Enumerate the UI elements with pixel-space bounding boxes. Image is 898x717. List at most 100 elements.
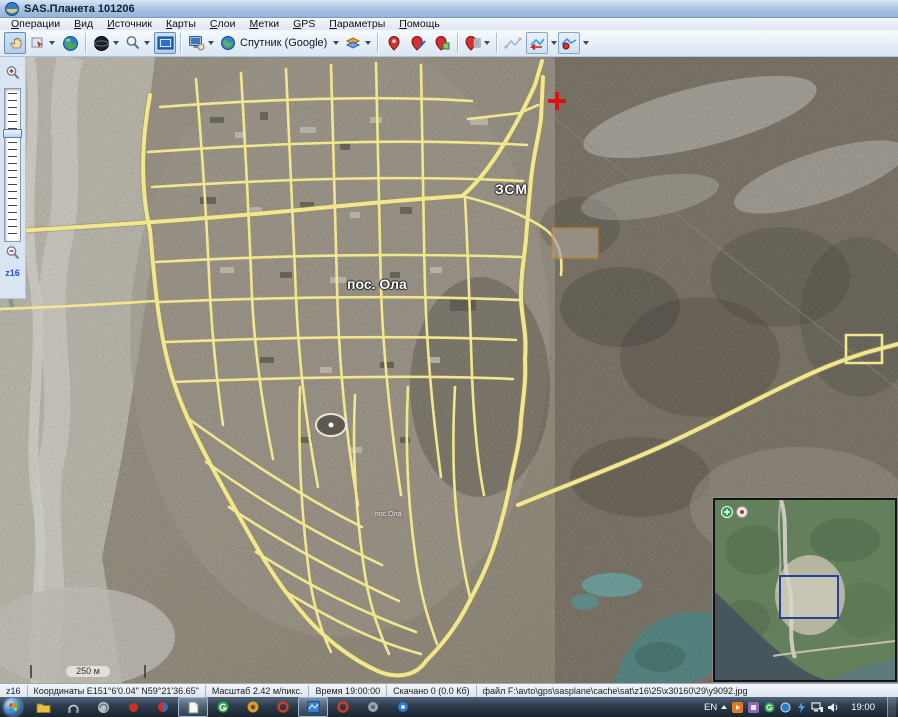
chevron-down-icon [484, 41, 490, 45]
document-icon [188, 701, 199, 714]
system-tray: EN 19:00 [704, 697, 898, 717]
taskbar-app-amber[interactable] [238, 697, 268, 717]
title-bar[interactable]: SAS.Планета 101206 [0, 0, 898, 18]
globe-view-button[interactable] [59, 32, 81, 54]
menu-help[interactable]: Помощь [392, 18, 447, 30]
start-button[interactable] [4, 698, 22, 716]
toolbar-separator [496, 33, 498, 53]
map-window-icon [307, 701, 320, 713]
map-source-combo[interactable]: Спутник (Google) [218, 32, 341, 54]
taskbar-app-opera2[interactable] [328, 697, 358, 717]
prev-position-button[interactable] [526, 32, 548, 54]
red-blue-app-icon [157, 701, 169, 713]
taskbar-app-gray[interactable] [358, 697, 388, 717]
chevron-down-icon [144, 41, 150, 45]
tray-play-icon[interactable] [731, 701, 743, 713]
tray-blue-circle-icon[interactable] [779, 701, 791, 713]
minimap[interactable] [712, 497, 898, 683]
taskbar-app-green[interactable] [208, 697, 238, 717]
map-canvas[interactable]: ЗСМ пос. Ола пос.Ола 250 м [0, 57, 898, 683]
zoom-level-label: z16 [5, 268, 20, 278]
menu-maps[interactable]: Карты [159, 18, 203, 30]
taskbar-app-redblue[interactable] [148, 697, 178, 717]
minimap-viewport-rect[interactable] [780, 576, 838, 618]
language-indicator[interactable]: EN [704, 702, 717, 713]
opera-icon [337, 701, 349, 713]
taskbar-clock[interactable]: 19:00 [843, 702, 883, 713]
placemark-polygon-icon [435, 35, 450, 51]
map-mode-button[interactable] [91, 32, 121, 54]
layers-icon [345, 36, 362, 51]
zoom-in-icon [5, 65, 21, 81]
layers-button[interactable] [343, 32, 373, 54]
taskbar-app-opera[interactable] [268, 697, 298, 717]
network-icon[interactable] [811, 701, 823, 713]
main-toolbar: Спутник (Google) [0, 30, 898, 57]
status-scale: Масштаб 2.42 м/пикс. [205, 685, 309, 697]
amber-circle-icon [247, 701, 259, 713]
taskbar-app-swirl[interactable] [88, 697, 118, 717]
chevron-down-icon[interactable] [551, 41, 557, 45]
show-desktop-button[interactable] [887, 697, 896, 717]
show-hidden-icons-button[interactable] [721, 705, 727, 709]
menu-layers[interactable]: Слои [203, 18, 243, 30]
map-source-label: Спутник (Google) [240, 37, 327, 49]
download-manager-button[interactable] [186, 32, 216, 54]
add-placemark-button[interactable] [383, 32, 405, 54]
chevron-down-icon [113, 41, 119, 45]
zoom-tool-button[interactable] [123, 32, 152, 54]
nav-route-button[interactable] [502, 32, 524, 54]
status-zoom: z16 [4, 685, 27, 697]
next-position-button[interactable] [558, 32, 580, 54]
chevron-down-icon [365, 41, 371, 45]
blue-app-icon [397, 701, 409, 713]
menu-settings[interactable]: Параметры [322, 18, 392, 30]
map-label-zsm: ЗСМ [495, 181, 528, 197]
status-time: Время 19:00:00 [308, 685, 386, 697]
add-path-button[interactable] [407, 32, 429, 54]
zoom-out-icon [5, 245, 21, 261]
tray-purple-icon[interactable] [747, 701, 759, 713]
app-logo-icon [5, 2, 19, 16]
tray-bolt-icon[interactable] [795, 701, 807, 713]
chevron-down-icon[interactable] [583, 41, 589, 45]
taskbar-app-media[interactable] [58, 697, 88, 717]
zoom-out-button[interactable] [3, 244, 23, 262]
route-icon [504, 36, 522, 50]
add-polygon-button[interactable] [431, 32, 453, 54]
zoom-slider[interactable] [4, 88, 21, 242]
minimap-layers-button[interactable] [737, 507, 748, 518]
menu-bar: Операции Вид Источник Карты Слои Метки G… [0, 18, 898, 30]
taskbar-app-sasplanet[interactable] [298, 697, 328, 717]
tray-green-icon[interactable] [763, 701, 775, 713]
menu-gps[interactable]: GPS [286, 18, 322, 30]
status-coordinates: Координаты E151°6'0.04" N59°21'36.65" [27, 685, 205, 697]
menu-operations[interactable]: Операции [4, 18, 67, 30]
chevron-down-icon [49, 41, 55, 45]
taskbar-app-explorer[interactable] [28, 697, 58, 717]
chevron-down-icon [333, 41, 339, 45]
pan-tool-button[interactable] [4, 32, 26, 54]
zoom-in-button[interactable] [3, 64, 23, 82]
globe-icon [62, 35, 79, 52]
menu-placemarks[interactable]: Метки [242, 18, 286, 30]
select-tool-button[interactable] [28, 32, 57, 54]
taskbar-app-red[interactable] [118, 697, 148, 717]
magnifier-icon [125, 35, 141, 51]
taskbar-app-blue[interactable] [388, 697, 418, 717]
zoom-slider-thumb[interactable] [3, 129, 22, 138]
taskbar-app-document[interactable] [178, 697, 208, 717]
swirl-icon [97, 701, 110, 714]
placemark-path-icon [411, 35, 426, 51]
minimap-globe-button[interactable] [722, 507, 733, 518]
gray-app-icon [367, 701, 379, 713]
placemark-manager-button[interactable] [463, 32, 492, 54]
fullscreen-button[interactable] [154, 32, 176, 54]
menu-source[interactable]: Источник [100, 18, 159, 30]
satellite-source-icon [220, 35, 236, 51]
speaker-icon[interactable] [827, 701, 839, 713]
menu-view[interactable]: Вид [67, 18, 100, 30]
placemark-icon [387, 35, 401, 51]
monitor-icon [188, 35, 205, 51]
taskbar-apps [28, 697, 418, 717]
